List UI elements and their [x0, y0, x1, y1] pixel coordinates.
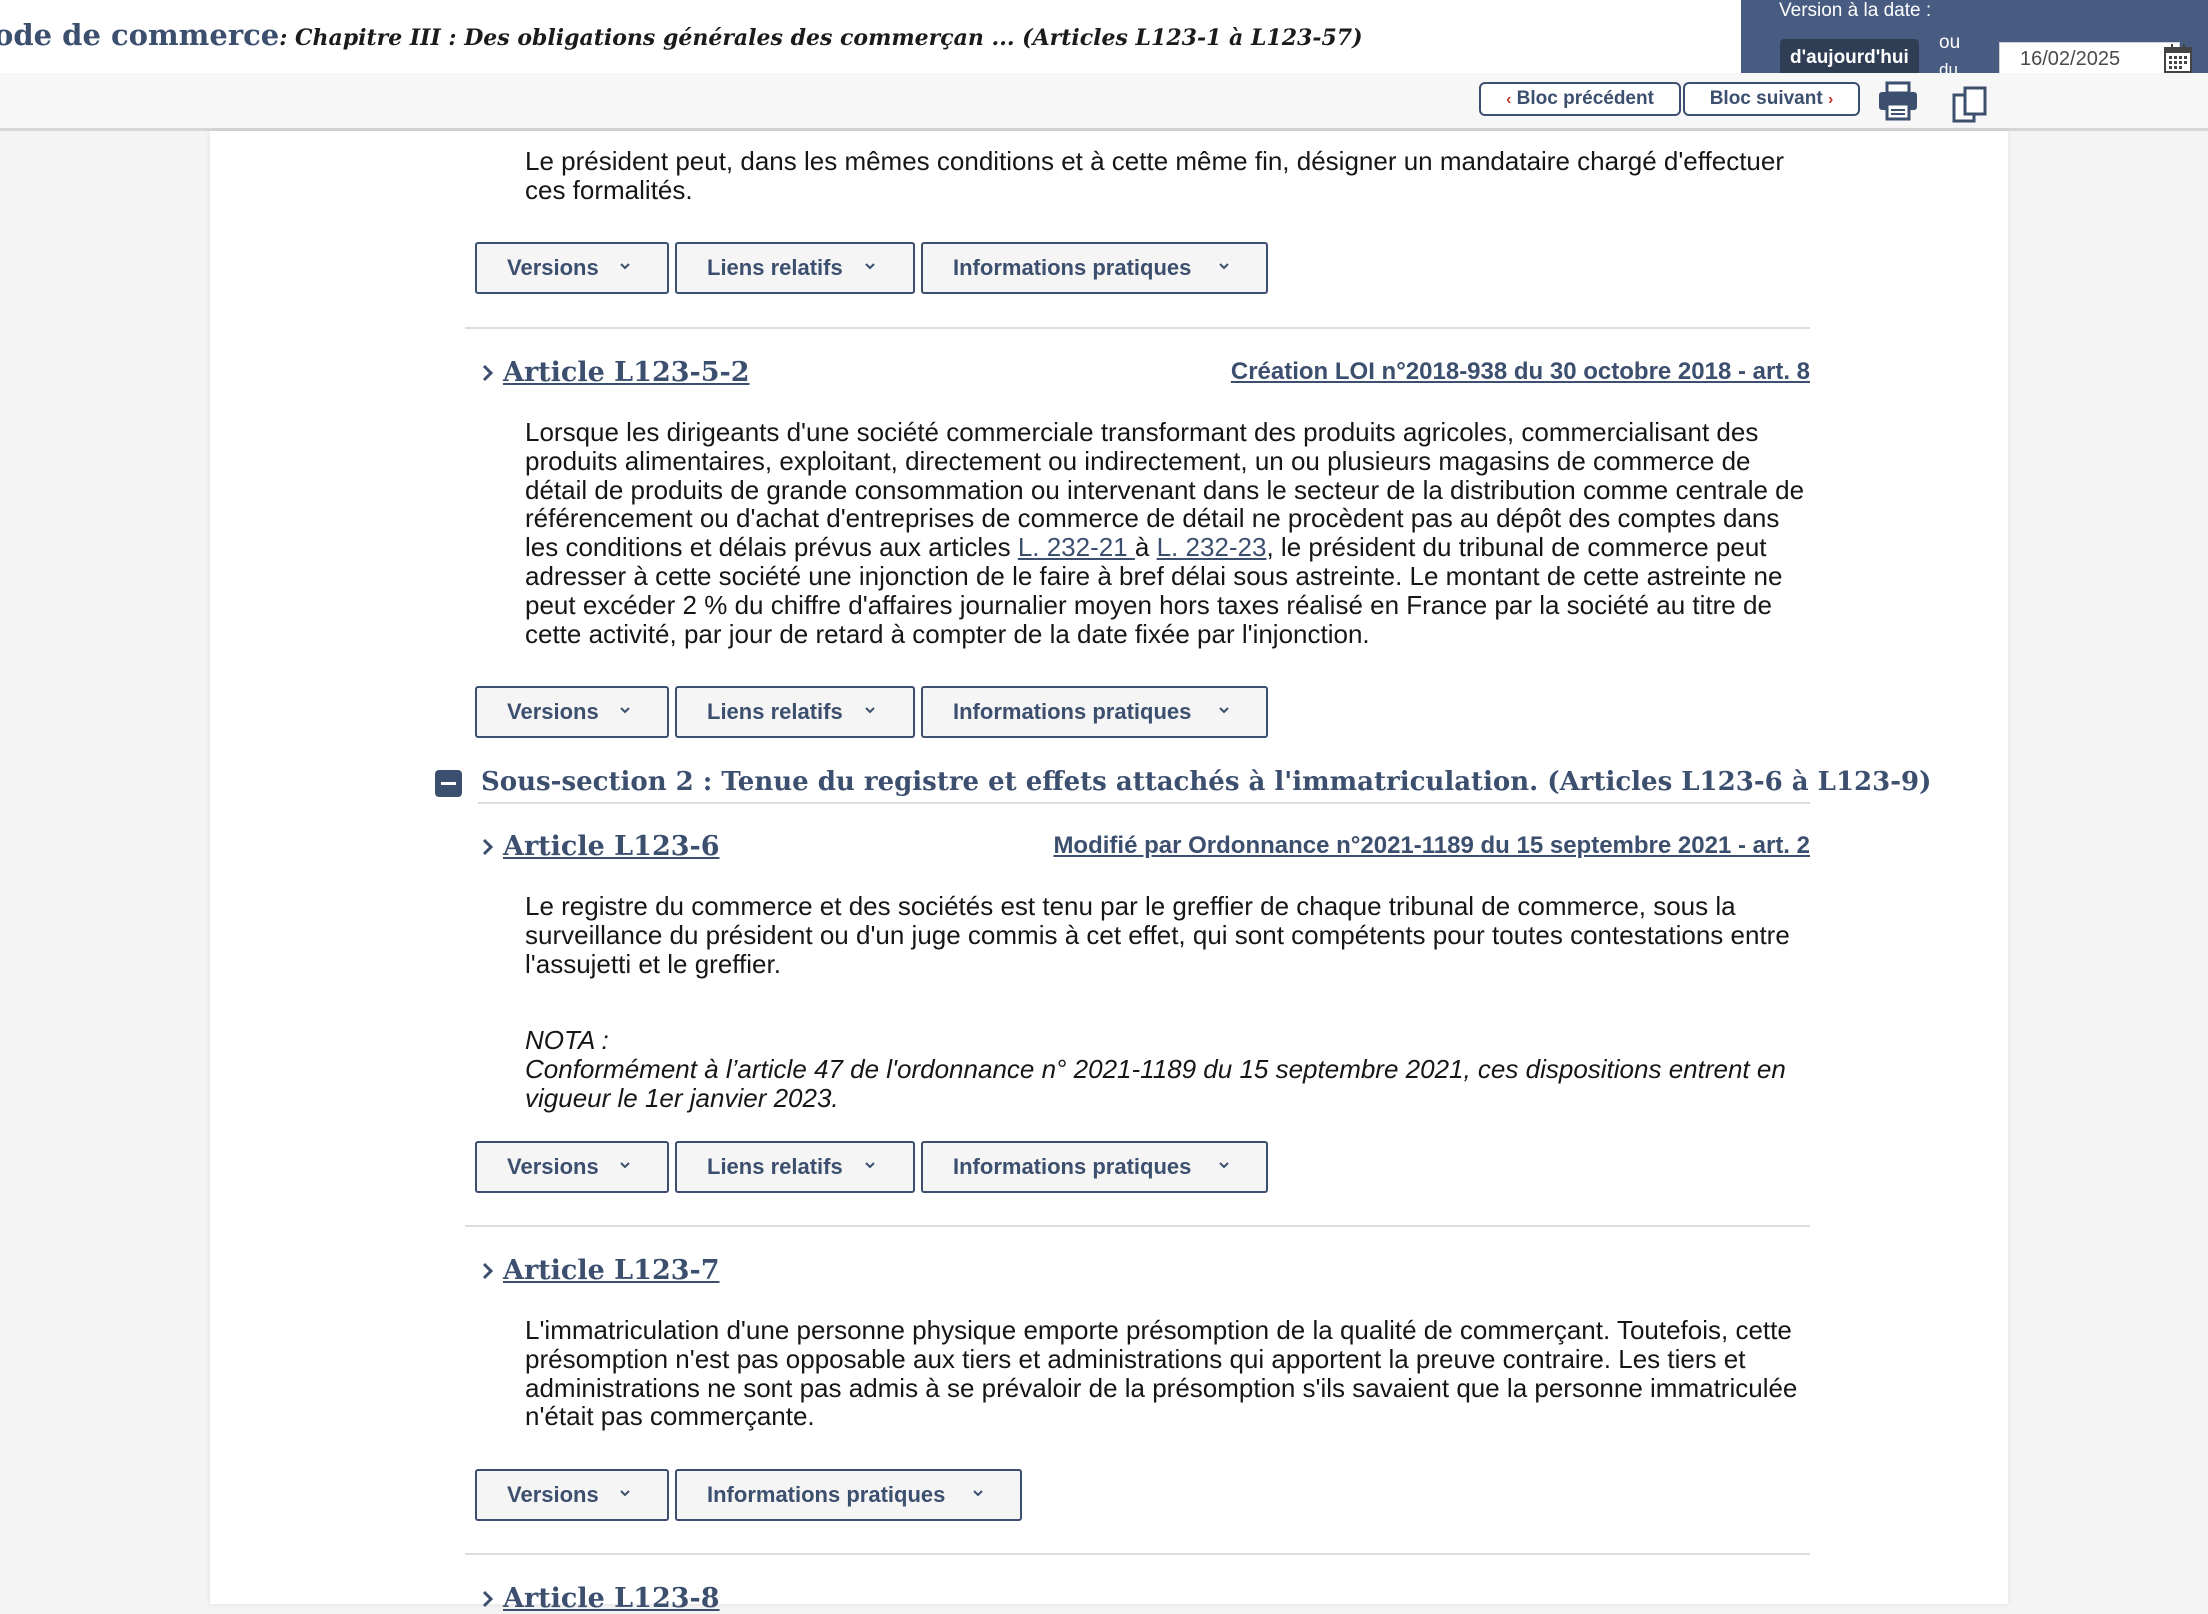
today-button[interactable]: d'aujourd'hui — [1780, 39, 1919, 76]
article-title-l123-7[interactable]: Article L123-7 — [503, 1255, 720, 1286]
date-input[interactable] — [1999, 42, 2180, 77]
article-title-l123-8[interactable]: Article L123-8 — [503, 1583, 720, 1614]
divider — [465, 327, 1810, 329]
related-links-button[interactable]: Liens relatifs — [675, 1141, 915, 1193]
related-links-button[interactable]: Liens relatifs — [675, 242, 915, 294]
chevron-right-icon[interactable] — [481, 1590, 495, 1608]
code-name: ode de commerce — [0, 18, 280, 52]
versions-label: Versions — [507, 699, 599, 724]
printer-icon[interactable] — [1877, 80, 1919, 122]
article-title-l123-5-2[interactable]: Article L123-5-2 — [503, 357, 750, 388]
practical-info-label: Informations pratiques — [953, 1154, 1192, 1179]
collapse-section-button[interactable] — [435, 770, 462, 797]
chevron-left-icon: ‹ — [1506, 91, 1512, 108]
subsection-title: Sous-section 2 : Tenue du registre et ef… — [481, 767, 1932, 797]
versions-button[interactable]: Versions — [475, 1469, 669, 1521]
practical-info-label: Informations pratiques — [953, 255, 1192, 280]
chevron-right-icon[interactable] — [481, 364, 495, 382]
chevron-down-icon — [865, 263, 875, 270]
article-link-l232-23[interactable]: L. 232-23 — [1157, 532, 1267, 562]
related-links-button[interactable]: Liens relatifs — [675, 686, 915, 738]
related-links-label: Liens relatifs — [707, 1154, 843, 1179]
chevron-down-icon — [620, 707, 630, 714]
divider — [465, 1553, 1810, 1555]
chevron-down-icon — [1219, 707, 1229, 714]
nota-label: NOTA : — [525, 1025, 609, 1055]
previous-block-button[interactable]: ‹ Bloc précédent — [1479, 82, 1681, 116]
page-title: ode de commerce: Chapitre III : Des obli… — [0, 18, 1363, 52]
article-text: Le président peut, dans les mêmes condit… — [525, 146, 1784, 205]
practical-info-label: Informations pratiques — [953, 699, 1192, 724]
versions-button[interactable]: Versions — [475, 242, 669, 294]
versions-label: Versions — [507, 1154, 599, 1179]
chevron-down-icon — [620, 263, 630, 270]
versions-button[interactable]: Versions — [475, 686, 669, 738]
nota-text: Conformément à l’article 47 de l'ordonna… — [525, 1054, 1786, 1113]
chevron-right-icon[interactable] — [481, 1262, 495, 1280]
practical-info-button[interactable]: Informations pratiques — [675, 1469, 1022, 1521]
related-links-label: Liens relatifs — [707, 255, 843, 280]
article-title-l123-6[interactable]: Article L123-6 — [503, 831, 720, 862]
chapter-title: : Chapitre III : Des obligations général… — [279, 25, 1363, 51]
next-block-button[interactable]: Bloc suivant › — [1683, 82, 1860, 116]
article-text: Lorsque les dirigeants d'une société com… — [525, 418, 1815, 648]
article-meta-link[interactable]: Création LOI n°2018-938 du 30 octobre 20… — [1231, 358, 1810, 386]
chevron-right-icon[interactable] — [481, 838, 495, 856]
article-link-l232-21[interactable]: L. 232-21 — [1018, 532, 1135, 562]
version-date-label: Version à la date : — [1779, 0, 1932, 21]
versions-label: Versions — [507, 1482, 599, 1507]
chevron-right-icon: › — [1827, 91, 1834, 108]
related-links-label: Liens relatifs — [707, 699, 843, 724]
chevron-down-icon — [1219, 1162, 1229, 1169]
practical-info-button[interactable]: Informations pratiques — [921, 242, 1268, 294]
or-label: ou — [1939, 32, 1961, 53]
divider — [478, 802, 1810, 804]
next-block-label: Bloc suivant — [1709, 88, 1823, 109]
practical-info-button[interactable]: Informations pratiques — [921, 686, 1268, 738]
chevron-down-icon — [620, 1162, 630, 1169]
practical-info-button[interactable]: Informations pratiques — [921, 1141, 1268, 1193]
copy-icon[interactable] — [1951, 85, 1991, 125]
article-text: Le registre du commerce et des sociétés … — [525, 891, 1790, 979]
previous-block-label: Bloc précédent — [1516, 88, 1654, 109]
chevron-down-icon — [1219, 263, 1229, 270]
practical-info-label: Informations pratiques — [707, 1482, 946, 1507]
article-meta-link[interactable]: Modifié par Ordonnance n°2021-1189 du 15… — [1053, 832, 1810, 860]
chevron-down-icon — [973, 1490, 983, 1497]
chevron-down-icon — [620, 1490, 630, 1497]
du-label: du — [1939, 60, 1958, 73]
article-text-part: à — [1134, 532, 1157, 563]
divider — [465, 1225, 1810, 1227]
chevron-down-icon — [865, 707, 875, 714]
versions-button[interactable]: Versions — [475, 1141, 669, 1193]
version-date-panel: Version à la date : d'aujourd'hui ou du — [1741, 0, 2208, 77]
chevron-down-icon — [865, 1162, 875, 1169]
versions-label: Versions — [507, 255, 599, 280]
article-text: L'immatriculation d'une personne physiqu… — [525, 1315, 1798, 1432]
calendar-icon[interactable] — [2161, 42, 2195, 76]
